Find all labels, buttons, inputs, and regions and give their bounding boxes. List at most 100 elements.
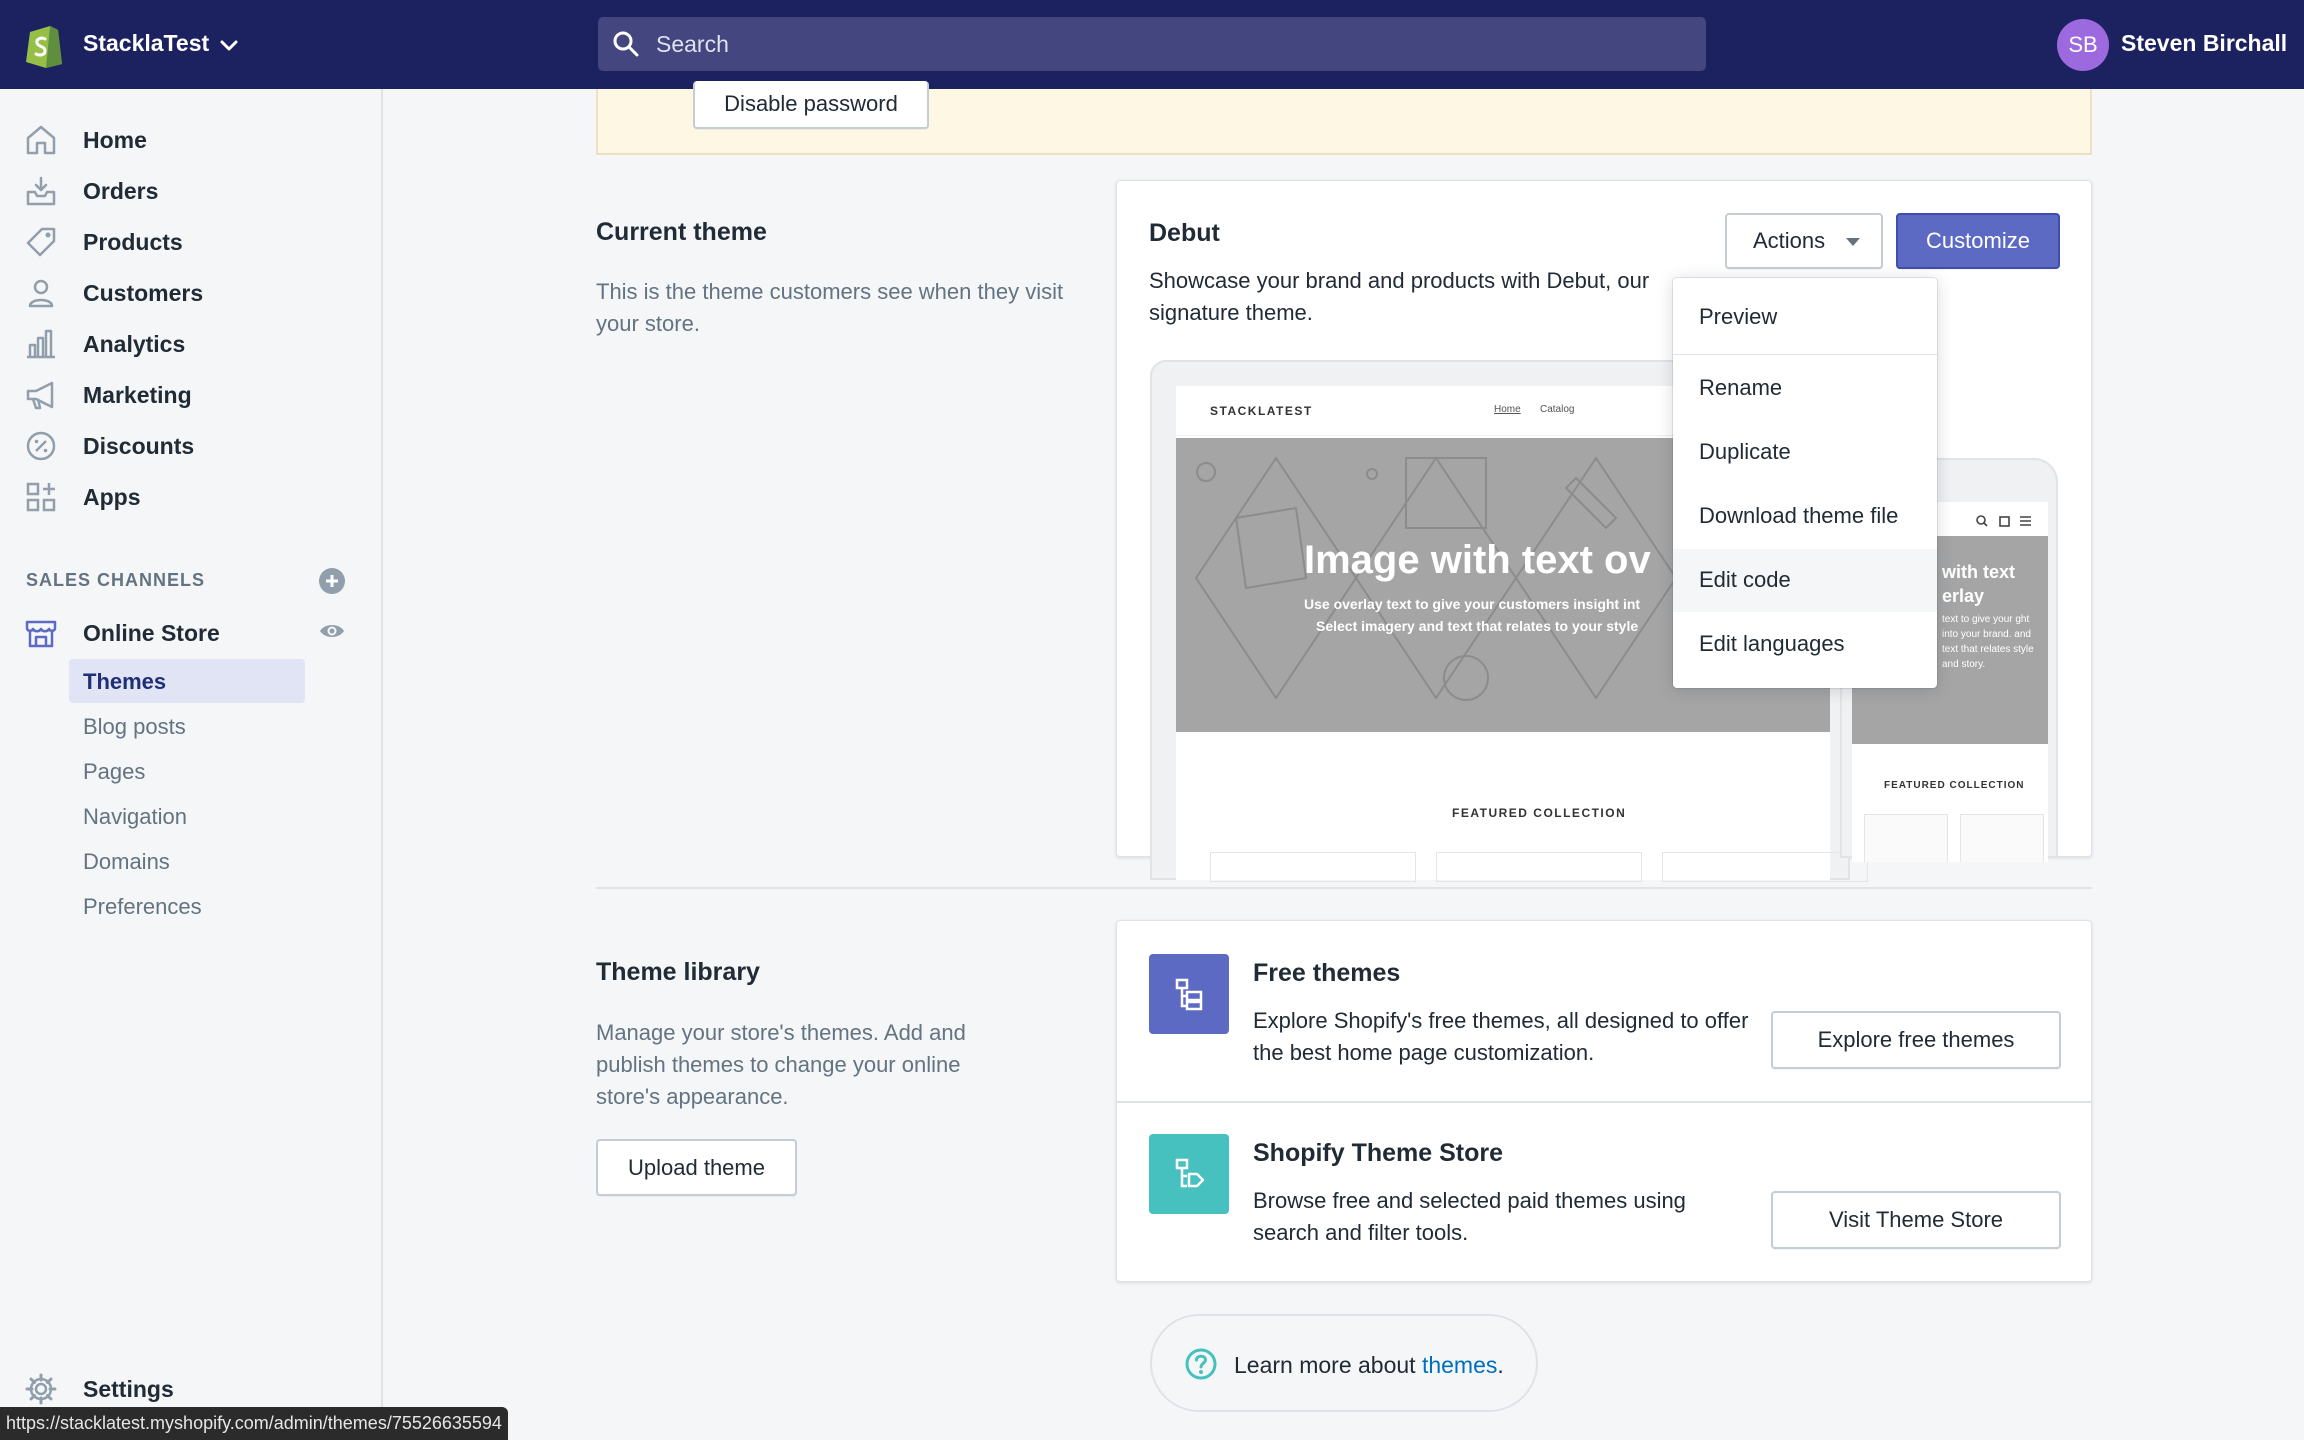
sidebar-subitem-themes[interactable]: Themes	[69, 659, 305, 703]
sidebar-item-products[interactable]: Products	[0, 217, 380, 267]
sidebar-item-label: Home	[83, 127, 147, 153]
search-bar[interactable]	[598, 17, 1706, 71]
preview-nav-home: Home	[1494, 404, 1521, 415]
preview-nav-catalog: Catalog	[1540, 404, 1575, 415]
sidebar-item-orders[interactable]: Orders	[0, 166, 380, 216]
preview-brand: STACKLATEST	[1210, 404, 1313, 418]
sidebar-item-apps[interactable]: Apps	[0, 472, 380, 522]
sidebar-subitem-domains[interactable]: Domains	[69, 839, 305, 883]
upload-theme-button[interactable]: Upload theme	[596, 1139, 797, 1196]
actions-button[interactable]: Actions	[1725, 213, 1883, 269]
avatar[interactable]: SB	[2057, 19, 2109, 71]
sidebar-subitem-preferences[interactable]: Preferences	[69, 884, 305, 928]
help-icon	[1185, 1348, 1217, 1380]
sidebar-item-label: Apps	[83, 484, 141, 510]
apps-icon	[26, 482, 56, 512]
menu-item-edit-languages[interactable]: Edit languages	[1673, 613, 1937, 676]
theme-name: Debut	[1149, 219, 1220, 247]
store-name[interactable]: StacklaTest	[83, 30, 209, 57]
store-icon	[25, 620, 57, 648]
free-themes-title: Free themes	[1253, 959, 1401, 987]
menu-item-rename[interactable]: Rename	[1673, 357, 1937, 420]
actions-label: Actions	[1753, 228, 1826, 253]
actions-menu: Preview Rename Duplicate Download theme …	[1673, 278, 1937, 688]
free-themes-description: Explore Shopify's free themes, all desig…	[1253, 1008, 1749, 1065]
mobile-tile	[1960, 814, 2044, 862]
section-divider	[596, 887, 2092, 889]
current-theme-heading: Current theme	[596, 218, 767, 246]
tag-icon	[26, 227, 56, 257]
customize-button[interactable]: Customize	[1896, 213, 2060, 269]
free-themes-icon-box	[1149, 954, 1229, 1034]
sidebar-item-label: Customers	[83, 280, 204, 306]
explore-free-themes-button[interactable]: Explore free themes	[1771, 1011, 2061, 1069]
menu-divider	[1673, 354, 1937, 355]
bar-chart-icon	[27, 329, 55, 359]
preview-featured-title: FEATURED COLLECTION	[1452, 806, 1627, 820]
learn-more-text: Learn more about themes.	[1234, 1352, 1504, 1378]
shopify-logo-icon[interactable]	[24, 20, 64, 68]
sidebar-item-home[interactable]: Home	[0, 115, 380, 165]
preview-tiles	[1210, 852, 1868, 882]
sidebar: Home Orders Products Customers Analytics…	[0, 89, 383, 1440]
mobile-tile	[1864, 814, 1948, 862]
themes-link[interactable]: themes	[1422, 1352, 1497, 1378]
megaphone-icon	[26, 381, 54, 410]
sidebar-item-customers[interactable]: Customers	[0, 268, 380, 318]
discount-icon	[26, 431, 56, 461]
preview-hero-subtitle: Use overlay text to give your customers …	[1304, 596, 1641, 612]
disable-password-button[interactable]: Disable password	[693, 81, 929, 129]
sales-channels-title: SALES CHANNELS	[26, 570, 206, 590]
gear-icon	[25, 1373, 57, 1405]
mobile-featured-title: FEATURED COLLECTION	[1884, 780, 2025, 791]
sidebar-item-label: Analytics	[83, 331, 186, 357]
theme-store-icon	[1175, 1158, 1205, 1188]
person-icon	[28, 279, 54, 308]
theme-library-heading: Theme library	[596, 958, 760, 986]
theme-library-card: Free themes Explore Shopify's free theme…	[1116, 920, 2092, 1282]
sidebar-item-label: Products	[83, 229, 183, 255]
menu-item-edit-code[interactable]: Edit code	[1673, 549, 1937, 612]
home-icon	[26, 125, 56, 155]
search-icon	[613, 31, 639, 57]
caret-down-icon	[1846, 238, 1860, 246]
visit-theme-store-button[interactable]: Visit Theme Store	[1771, 1191, 2061, 1249]
preview-tile	[1436, 852, 1642, 882]
mobile-header-icons	[1976, 515, 2031, 527]
theme-store-title: Shopify Theme Store	[1253, 1139, 1504, 1167]
sidebar-subitem-blog-posts[interactable]: Blog posts	[69, 704, 305, 748]
theme-icon	[1175, 978, 1203, 1011]
mobile-hero-subtitle: text to give your ght into your brand. a…	[1942, 614, 2034, 670]
sidebar-item-label: Orders	[83, 178, 159, 204]
sidebar-item-analytics[interactable]: Analytics	[0, 319, 380, 369]
password-banner: Disable password	[596, 81, 2092, 155]
sidebar-item-label: Discounts	[83, 433, 195, 459]
eye-icon[interactable]	[318, 617, 346, 645]
menu-item-duplicate[interactable]: Duplicate	[1673, 421, 1937, 484]
preview-tile	[1662, 852, 1868, 882]
sidebar-item-discounts[interactable]: Discounts	[0, 421, 380, 471]
preview-hero-subtitle-2: Select imagery and text that relates to …	[1316, 618, 1639, 634]
status-bar-url: https://stacklatest.myshopify.com/admin/…	[0, 1407, 508, 1440]
theme-library-description: Manage your store's themes. Add and publ…	[596, 1020, 966, 1109]
sidebar-subitem-pages[interactable]: Pages	[69, 749, 305, 793]
sidebar-subitem-navigation[interactable]: Navigation	[69, 794, 305, 838]
mobile-hero-title: with text	[1942, 562, 2016, 582]
sidebar-item-marketing[interactable]: Marketing	[0, 370, 380, 420]
user-name[interactable]: Steven Birchall	[2121, 30, 2287, 57]
card-divider	[1117, 1101, 2091, 1103]
top-bar: StacklaTest SB Steven Birchall	[0, 0, 2304, 89]
preview-hero-title: Image with text ov	[1304, 538, 1651, 582]
chevron-down-icon[interactable]	[218, 34, 240, 56]
menu-item-preview[interactable]: Preview	[1673, 286, 1937, 349]
theme-description: Showcase your brand and products with De…	[1149, 268, 1650, 325]
search-input[interactable]	[656, 17, 1696, 71]
theme-store-description: Browse free and selected paid themes usi…	[1253, 1188, 1686, 1245]
sidebar-item-label: Online Store	[83, 620, 220, 646]
add-channel-icon[interactable]	[318, 567, 346, 595]
preview-tile	[1210, 852, 1416, 882]
current-theme-description: This is the theme customers see when the…	[596, 279, 1064, 336]
learn-more-callout: Learn more about themes.	[1150, 1314, 1538, 1412]
mobile-hero-title-2: erlay	[1942, 586, 1985, 606]
menu-item-download-theme-file[interactable]: Download theme file	[1673, 485, 1937, 548]
